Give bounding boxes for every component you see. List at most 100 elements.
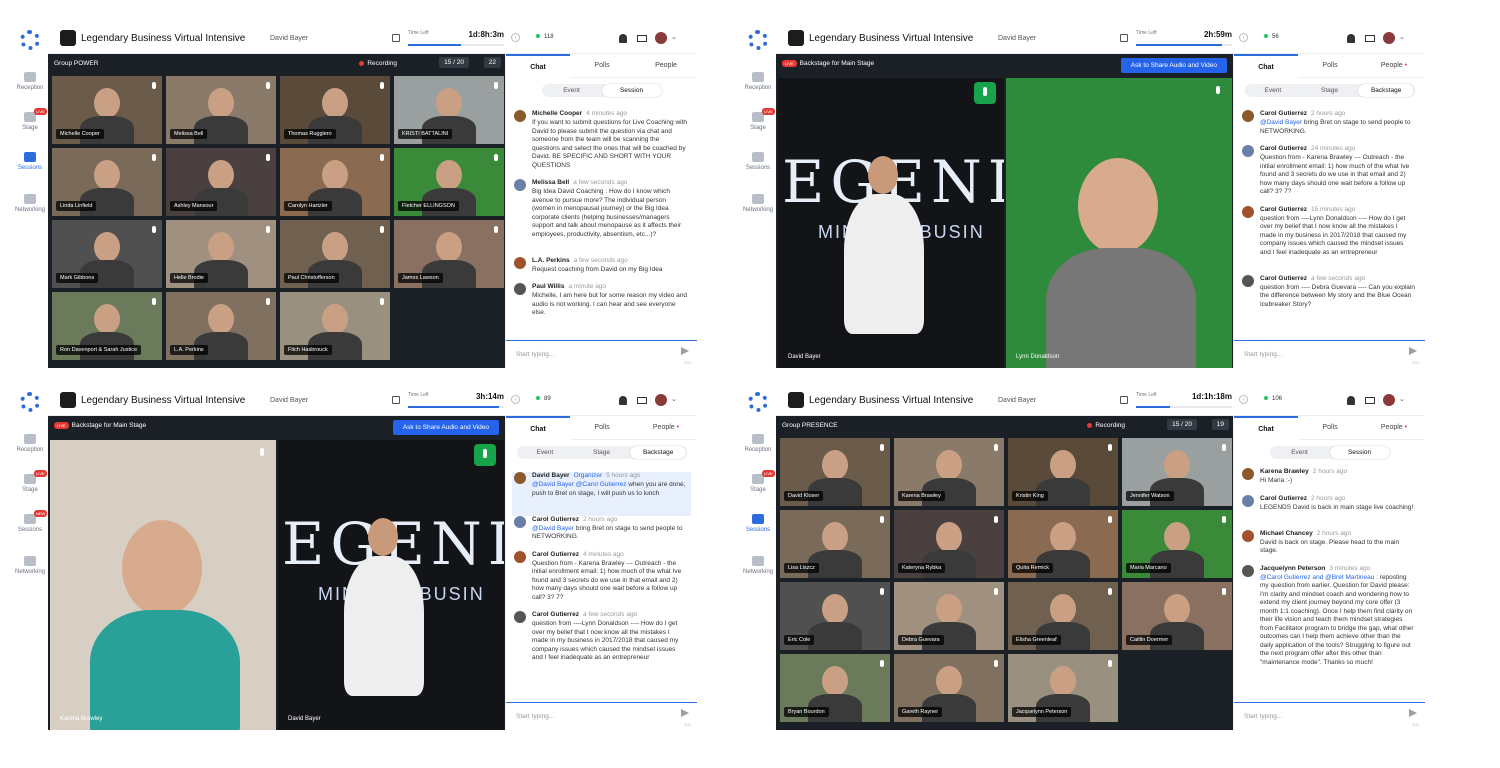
mic-icon[interactable]	[994, 660, 998, 667]
app-logo-icon[interactable]	[20, 30, 40, 50]
mic-icon[interactable]	[380, 154, 384, 161]
mic-icon[interactable]	[494, 154, 498, 161]
video-tile[interactable]: Debra Guevara	[894, 582, 1004, 650]
video-tile[interactable]: Jennifer Watson	[1122, 438, 1232, 506]
chat-composer[interactable]: Start typing... 500	[1234, 340, 1425, 368]
segment-event[interactable]: Event	[517, 446, 574, 459]
mic-icon[interactable]	[994, 444, 998, 451]
mic-icon[interactable]	[1222, 444, 1226, 451]
mic-icon[interactable]	[380, 82, 384, 89]
mic-icon[interactable]	[266, 298, 270, 305]
video-tile[interactable]: Lisa Liszcz	[780, 510, 890, 578]
mic-icon[interactable]	[994, 516, 998, 523]
bell-icon[interactable]	[1347, 34, 1355, 43]
rail-item-networking[interactable]: Networking	[740, 556, 776, 575]
avatar[interactable]	[1242, 110, 1254, 122]
mic-icon[interactable]	[880, 444, 884, 451]
video-tile[interactable]: Carolyn Hartzler	[280, 148, 390, 216]
video-feed[interactable]: Karena Brawley	[50, 440, 276, 730]
chevron-right-icon[interactable]: ›	[1239, 33, 1248, 42]
avatar[interactable]	[1242, 564, 1254, 577]
video-tile[interactable]: Gareth Rayner	[894, 654, 1004, 722]
chevron-down-icon[interactable]: ⌄	[1399, 395, 1405, 403]
segment-event[interactable]: Event	[542, 84, 602, 97]
video-tile[interactable]: Bryan Bourdon	[780, 654, 890, 722]
bell-icon[interactable]	[1347, 396, 1355, 405]
mail-icon[interactable]	[1365, 397, 1375, 404]
video-tile[interactable]: Caitlin Doermer	[1122, 582, 1232, 650]
avatar[interactable]	[1242, 145, 1254, 157]
app-logo-icon[interactable]	[748, 30, 768, 50]
avatar[interactable]	[655, 394, 667, 406]
avatar[interactable]	[514, 110, 526, 122]
chevron-down-icon[interactable]: ⌄	[671, 395, 677, 403]
mention-link[interactable]: @David Bayer	[1260, 119, 1302, 126]
participant-count[interactable]: 15 / 20	[439, 57, 469, 68]
mic-icon[interactable]	[494, 82, 498, 89]
rail-item-reception[interactable]: Reception	[12, 434, 48, 453]
video-tile[interactable]: Linda Linfield	[52, 148, 162, 216]
send-icon[interactable]	[1409, 347, 1417, 355]
video-tile[interactable]: James Lawson	[394, 220, 504, 288]
chat-composer[interactable]: Start typing... 500	[1234, 702, 1425, 730]
avatar[interactable]	[1242, 529, 1254, 542]
avatar[interactable]	[1242, 274, 1254, 287]
mic-icon[interactable]	[152, 226, 156, 233]
mic-icon[interactable]	[260, 448, 264, 456]
mic-icon[interactable]	[1108, 660, 1112, 667]
chevron-down-icon[interactable]: ⌄	[1399, 33, 1405, 41]
mic-icon[interactable]	[380, 226, 384, 233]
segment-session[interactable]: Session	[1329, 446, 1390, 459]
mic-icon[interactable]	[1108, 588, 1112, 595]
video-tile[interactable]: Quita Remick	[1008, 510, 1118, 578]
tab-polls[interactable]: Polls	[570, 54, 634, 78]
rail-item-stage[interactable]: Stage LIVE	[12, 470, 48, 493]
chevron-down-icon[interactable]: ⌄	[671, 33, 677, 41]
video-tile[interactable]: Eric Cole	[780, 582, 890, 650]
ask-to-share-button[interactable]: Ask to Share Audio and Video	[1120, 58, 1227, 73]
viewer-count[interactable]: 22	[483, 57, 501, 68]
app-logo-icon[interactable]	[20, 392, 40, 412]
video-tile[interactable]: Maria Marcano	[1122, 510, 1232, 578]
chat-input[interactable]: Start typing...	[516, 713, 554, 720]
chat-composer[interactable]: Start typing... 500	[506, 340, 697, 368]
participant-count[interactable]: 15 / 20	[1167, 419, 1197, 430]
video-tile[interactable]: Melissa Bell	[166, 76, 276, 144]
video-tile[interactable]: Jacquelynn Peterson	[1008, 654, 1118, 722]
mention-link[interactable]: @David Bayer	[532, 525, 574, 532]
chat-input[interactable]: Start typing...	[516, 351, 554, 358]
mic-icon[interactable]	[1108, 444, 1112, 451]
video-feed[interactable]: EGENIMINDSET BUSINDavid Bayer	[778, 78, 1004, 368]
rail-item-reception[interactable]: Reception	[740, 72, 776, 91]
rail-item-sessions[interactable]: Sessions	[740, 152, 776, 171]
video-tile[interactable]: Elisha Greenleaf	[1008, 582, 1118, 650]
mic-icon[interactable]	[266, 154, 270, 161]
tab-polls[interactable]: Polls	[1298, 416, 1362, 440]
mail-icon[interactable]	[1365, 35, 1375, 42]
mic-icon[interactable]	[1222, 588, 1226, 595]
video-tile[interactable]: Fitch Hasbrouck	[280, 292, 390, 360]
chevron-right-icon[interactable]: ›	[1239, 395, 1248, 404]
avatar[interactable]	[514, 550, 526, 563]
rail-item-sessions[interactable]: Sessions	[12, 152, 48, 171]
rail-item-stage[interactable]: Stage LIVE	[740, 470, 776, 493]
video-tile[interactable]: David Kloser	[780, 438, 890, 506]
bell-icon[interactable]	[619, 396, 627, 405]
rail-item-networking[interactable]: Networking	[740, 194, 776, 213]
avatar[interactable]	[1242, 205, 1254, 218]
video-tile[interactable]: Kristin King	[1008, 438, 1118, 506]
avatar[interactable]	[1383, 32, 1395, 44]
video-tile[interactable]: Thomas Ruggiero	[280, 76, 390, 144]
video-tile[interactable]: Karena Brawley	[894, 438, 1004, 506]
mic-icon[interactable]	[994, 588, 998, 595]
mic-icon[interactable]	[494, 226, 498, 233]
avatar[interactable]	[1242, 494, 1254, 507]
viewer-count[interactable]: 19	[1211, 419, 1229, 430]
video-tile[interactable]: L.A. Perkins	[166, 292, 276, 360]
video-tile[interactable]: Ashley Mansour	[166, 148, 276, 216]
mic-icon[interactable]	[880, 588, 884, 595]
mail-icon[interactable]	[637, 397, 647, 404]
rail-item-reception[interactable]: Reception	[740, 434, 776, 453]
tab-chat[interactable]: Chat	[1234, 416, 1298, 440]
video-feed[interactable]: Lynn Donaldson	[1006, 78, 1232, 368]
